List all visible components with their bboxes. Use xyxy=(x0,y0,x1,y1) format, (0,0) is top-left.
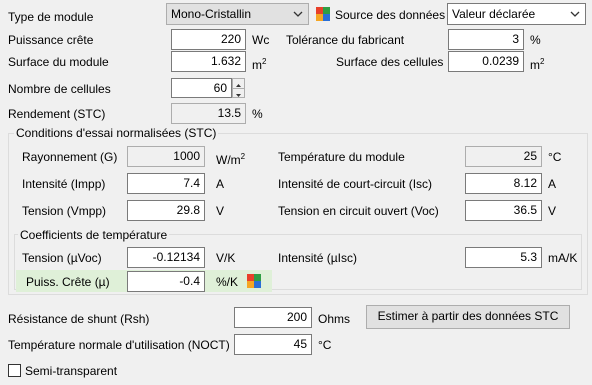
peak-power-unit: Wc xyxy=(252,33,270,47)
noct-unit: °C xyxy=(318,338,332,352)
temp-coeff-group-title: Coefficients de température xyxy=(18,228,170,242)
semi-transparent-label[interactable]: Semi-transparent xyxy=(25,364,117,378)
module-area-label: Surface du module xyxy=(8,55,109,69)
impp-input[interactable]: 7.4 xyxy=(127,173,205,194)
impp-unit: A xyxy=(216,177,225,191)
voc-input[interactable]: 36.5 xyxy=(465,200,542,221)
uisc-unit: mA/K xyxy=(548,251,578,265)
cell-area-label: Surface des cellules xyxy=(336,55,444,69)
color-grid-icon[interactable] xyxy=(316,7,330,21)
noct-input[interactable]: 45 xyxy=(234,334,312,355)
noct-label: Température normale d'utilisation (NOCT) xyxy=(8,338,230,352)
tolerance-unit: % xyxy=(530,33,541,47)
uisc-label: Intensité (µIsc) xyxy=(278,251,357,265)
efficiency-value: 13.5 xyxy=(171,103,246,124)
data-source-select[interactable]: Valeur déclarée xyxy=(447,3,586,25)
cell-area-input[interactable]: 0.0239 xyxy=(448,51,524,72)
shunt-input[interactable]: 200 xyxy=(234,307,312,328)
uvoc-unit: V/K xyxy=(216,251,236,265)
vmpp-label: Tension (Vmpp) xyxy=(22,204,107,218)
upower-input[interactable]: -0.4 xyxy=(127,271,205,292)
shunt-unit: Ohms xyxy=(318,312,351,326)
module-type-select[interactable]: Mono-Cristallin xyxy=(166,3,309,25)
irradiance-unit: W/m2 xyxy=(216,152,246,167)
upower-label: Puiss. Crête (µ) xyxy=(26,275,110,289)
module-temp-value: 25 xyxy=(465,146,542,167)
shunt-label: Résistance de shunt (Rsh) xyxy=(8,312,150,326)
data-source-label: Source des données xyxy=(335,8,446,22)
chevron-down-icon xyxy=(570,11,580,17)
upower-unit: %/K xyxy=(216,275,239,289)
uisc-input[interactable]: 5.3 xyxy=(465,247,542,268)
tolerance-input[interactable]: 3 xyxy=(448,29,524,50)
vmpp-unit: V xyxy=(216,204,225,218)
voc-unit: V xyxy=(548,204,557,218)
voc-label: Tension en circuit ouvert (Voc) xyxy=(278,204,439,218)
peak-power-input[interactable]: 220 xyxy=(171,29,246,50)
color-grid-icon[interactable] xyxy=(247,274,261,288)
isc-unit: A xyxy=(548,177,557,191)
module-area-unit: m2 xyxy=(252,57,267,72)
uvoc-input[interactable]: -0.12134 xyxy=(127,247,205,268)
chevron-down-icon xyxy=(293,11,303,17)
module-temp-label: Température du module xyxy=(278,150,405,164)
module-temp-unit: °C xyxy=(548,150,562,164)
cell-area-unit: m2 xyxy=(530,57,545,72)
module-type-label: Type de module xyxy=(8,10,94,24)
uvoc-label: Tension (µVoc) xyxy=(22,251,102,265)
semi-transparent-checkbox[interactable] xyxy=(8,364,21,377)
tolerance-label: Tolérance du fabricant xyxy=(286,33,405,47)
irradiance-value: 1000 xyxy=(127,146,205,167)
isc-label: Intensité de court-circuit (Isc) xyxy=(278,177,433,191)
cell-count-stepper[interactable] xyxy=(232,78,245,98)
estimate-from-stc-button[interactable]: Estimer à partir des données STC xyxy=(366,305,570,329)
irradiance-label: Rayonnement (G) xyxy=(22,150,118,164)
vmpp-input[interactable]: 29.8 xyxy=(127,200,205,221)
cell-count-label: Nombre de cellules xyxy=(8,82,111,96)
efficiency-unit: % xyxy=(252,107,263,121)
cell-count-input[interactable]: 60 xyxy=(171,78,232,98)
stepper-up-icon[interactable] xyxy=(233,79,244,88)
peak-power-label: Puissance crête xyxy=(8,33,94,47)
data-source-value: Valeur déclarée xyxy=(452,7,536,21)
stc-group-title: Conditions d'essai normalisées (STC) xyxy=(14,126,219,140)
module-area-input[interactable]: 1.632 xyxy=(171,51,246,72)
impp-label: Intensité (Impp) xyxy=(22,177,106,191)
stepper-down-icon[interactable] xyxy=(233,88,244,98)
module-type-value: Mono-Cristallin xyxy=(171,7,252,21)
efficiency-label: Rendement (STC) xyxy=(8,107,106,121)
isc-input[interactable]: 8.12 xyxy=(465,173,542,194)
